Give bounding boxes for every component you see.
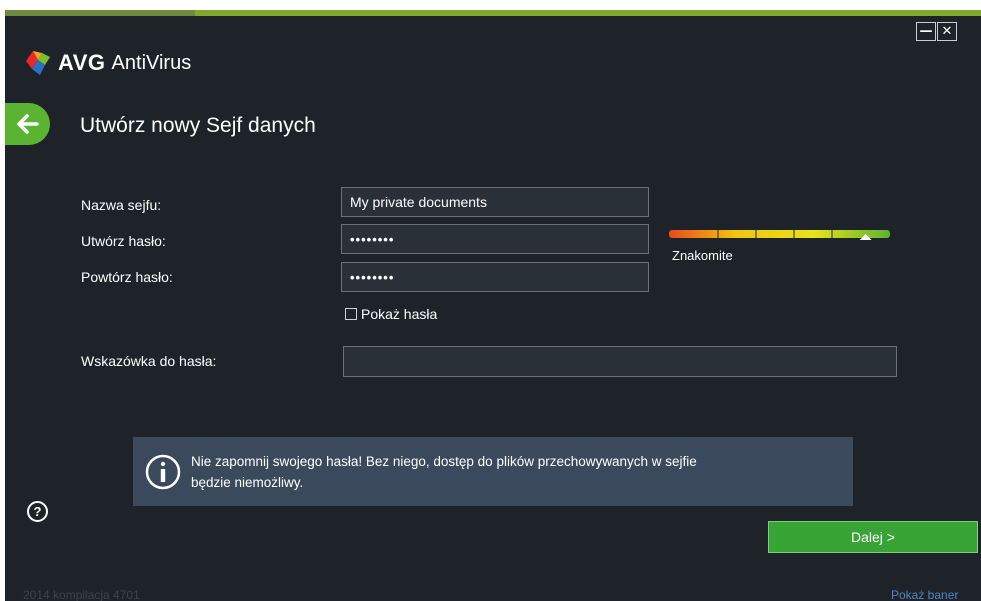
- password-label: Utwórz hasło:: [81, 233, 166, 249]
- warning-line-1: Nie zapomnij swojego hasła! Bez niego, d…: [191, 453, 697, 469]
- info-icon: [145, 454, 181, 489]
- vault-name-input[interactable]: My private documents: [341, 187, 649, 217]
- strength-label: Znakomite: [672, 248, 733, 263]
- password-hint-input[interactable]: [343, 346, 897, 377]
- checkbox-box[interactable]: [345, 308, 357, 320]
- brand-name: AVG: [58, 50, 106, 75]
- warning-text: Nie zapomnij swojego hasła! Bez niego, d…: [191, 451, 697, 493]
- build-info: 2014 kompilacja 4701: [23, 588, 140, 601]
- help-icon[interactable]: ?: [27, 501, 48, 522]
- hint-label: Wskazówka do hasła:: [81, 353, 217, 369]
- show-passwords-checkbox[interactable]: Pokaż hasła: [345, 306, 437, 322]
- avg-logo-icon: [26, 51, 50, 75]
- title-stripe: [5, 10, 981, 16]
- product-name: AntiVirus: [111, 51, 192, 74]
- repeat-password-label: Powtórz hasło:: [81, 269, 173, 285]
- back-button[interactable]: [5, 103, 50, 145]
- minimize-button[interactable]: —: [916, 22, 936, 41]
- app-logo: AVG AntiVirus: [26, 50, 191, 76]
- page-title: Utwórz nowy Sejf danych: [80, 114, 316, 137]
- vault-name-label: Nazwa sejfu:: [81, 197, 162, 213]
- avg-window: — ✕ AVG AntiVirus Utwórz nowy Sejf danyc…: [5, 10, 981, 601]
- close-button[interactable]: ✕: [937, 22, 957, 41]
- show-passwords-label: Pokaż hasła: [361, 306, 438, 322]
- password-strength-meter: [669, 230, 890, 240]
- warning-panel: Nie zapomnij swojego hasła! Bez niego, d…: [133, 437, 853, 506]
- warning-line-2: będzie niemożliwy.: [191, 474, 304, 490]
- repeat-password-input[interactable]: ••••••••: [341, 262, 649, 292]
- show-banner-link[interactable]: Pokaż baner: [891, 588, 958, 601]
- password-input[interactable]: ••••••••: [341, 224, 649, 254]
- next-button[interactable]: Dalej >: [768, 521, 978, 553]
- back-arrow-icon: [16, 114, 39, 134]
